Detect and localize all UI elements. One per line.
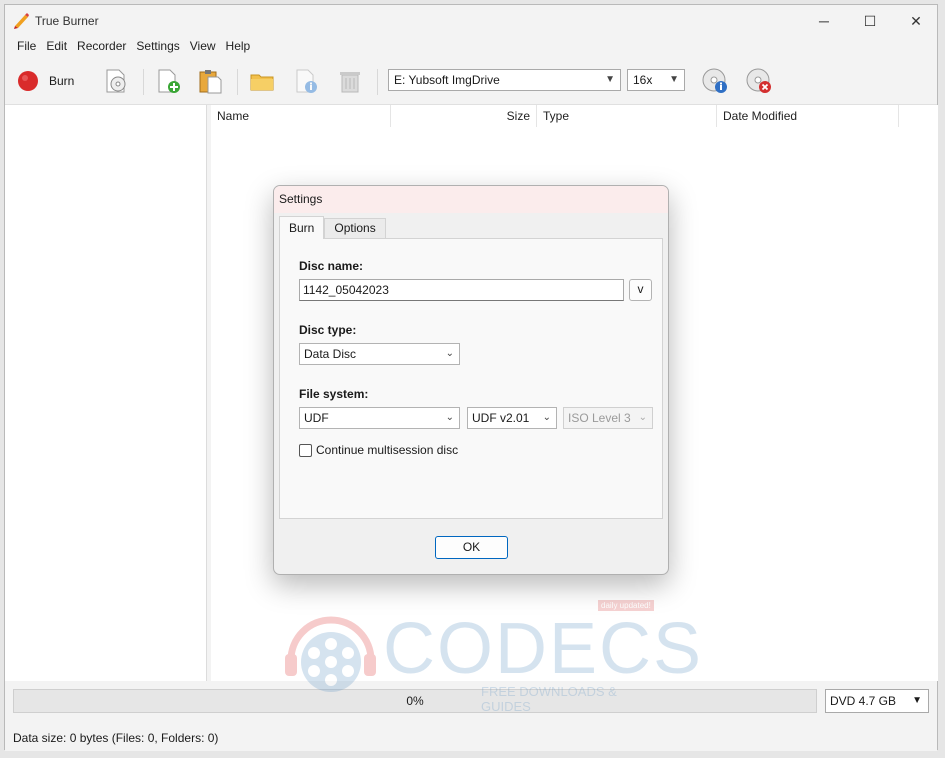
menu-file[interactable]: File — [12, 37, 41, 57]
column-header-name[interactable]: Name — [211, 105, 391, 127]
close-window-button[interactable]: ✕ — [893, 5, 939, 37]
column-header-size[interactable]: Size — [391, 105, 537, 127]
burn-icon — [18, 71, 38, 91]
disc-name-options-button[interactable]: v — [629, 279, 652, 301]
iso-level-value: ISO Level 3 — [568, 411, 631, 425]
tab-options[interactable]: Options — [324, 218, 386, 238]
disc-size-value: DVD 4.7 GB — [830, 694, 897, 708]
speed-value: 16x — [633, 73, 653, 87]
disc-name-label: Disc name: — [299, 259, 364, 273]
disc-info-icon — [702, 68, 727, 93]
file-info-button[interactable] — [293, 67, 319, 95]
title-bar: True Burner ─ ☐ ✕ — [5, 5, 937, 37]
file-info-icon — [296, 69, 317, 93]
progress-text: 0% — [406, 694, 424, 708]
disc-erase-icon — [746, 68, 771, 93]
udf-version-select[interactable]: UDF v2.01 ⌄ — [467, 407, 557, 429]
maximize-icon: ☐ — [863, 12, 877, 29]
disc-size-select[interactable]: DVD 4.7 GB ▼ — [825, 689, 929, 713]
dialog-tabs: Burn Options — [279, 216, 386, 239]
burn-progress-bar: 0% — [13, 689, 817, 713]
ok-button[interactable]: OK — [435, 536, 508, 559]
recorder-select[interactable]: E: Yubsoft ImgDrive ▼ — [388, 69, 621, 91]
window-title: True Burner — [35, 14, 99, 28]
paste-button[interactable] — [197, 67, 223, 95]
disc-type-select[interactable]: Data Disc ⌄ — [299, 343, 460, 365]
file-system-select[interactable]: UDF ⌄ — [299, 407, 460, 429]
folder-tree-pane[interactable] — [5, 105, 207, 681]
maximize-button[interactable]: ☐ — [847, 5, 893, 37]
file-system-value: UDF — [304, 411, 329, 425]
burn-label: Burn — [49, 74, 75, 88]
data-size-status: Data size: 0 bytes (Files: 0, Folders: 0… — [13, 731, 219, 745]
chevron-down-icon: ⌄ — [445, 412, 454, 423]
folder-icon — [250, 74, 274, 91]
iso-level-select: ISO Level 3 ⌄ — [563, 407, 653, 429]
add-file-icon — [158, 69, 180, 93]
disc-document-icon — [106, 69, 126, 93]
toolbar-separator — [237, 69, 238, 95]
udf-version-value: UDF v2.01 — [472, 411, 530, 425]
chevron-down-icon: ⌄ — [542, 412, 551, 423]
disc-info-button[interactable] — [701, 67, 729, 95]
disc-properties-button[interactable] — [103, 67, 129, 95]
column-header-type[interactable]: Type — [537, 105, 717, 127]
chevron-down-icon: ⌄ — [638, 412, 647, 423]
menu-recorder[interactable]: Recorder — [72, 37, 131, 57]
minimize-icon: ─ — [819, 13, 829, 29]
burn-button[interactable]: Burn — [17, 67, 74, 95]
disc-type-label: Disc type: — [299, 323, 357, 337]
menu-settings[interactable]: Settings — [131, 37, 184, 57]
chevron-down-icon: ▼ — [912, 695, 922, 706]
chevron-down-icon: ⌄ — [445, 348, 454, 359]
erase-disc-button[interactable] — [745, 67, 773, 95]
column-header-date-modified[interactable]: Date Modified — [717, 105, 899, 127]
status-bar: 0% DVD 4.7 GB ▼ Data size: 0 bytes (File… — [5, 681, 937, 751]
app-icon — [14, 13, 29, 29]
menu-edit[interactable]: Edit — [41, 37, 72, 57]
toolbar-separator — [377, 69, 378, 95]
file-system-label: File system: — [299, 387, 369, 401]
ok-label: OK — [462, 540, 481, 554]
menu-bar: File Edit Recorder Settings View Help — [5, 37, 937, 57]
menu-view[interactable]: View — [185, 37, 221, 57]
delete-button[interactable] — [337, 67, 363, 95]
chevron-down-icon: ▼ — [605, 74, 615, 85]
speed-select[interactable]: 16x ▼ — [627, 69, 685, 91]
multisession-checkbox[interactable] — [299, 444, 312, 457]
menu-help[interactable]: Help — [221, 37, 256, 57]
recorder-value: E: Yubsoft ImgDrive — [394, 73, 500, 87]
disc-name-value: 1142_05042023 — [303, 283, 389, 297]
clipboard-icon — [199, 70, 222, 94]
chevron-down-icon: ▼ — [669, 74, 679, 85]
tab-burn[interactable]: Burn — [279, 216, 325, 239]
minimize-button[interactable]: ─ — [801, 5, 847, 37]
disc-type-value: Data Disc — [304, 347, 357, 361]
toolbar-separator — [143, 69, 144, 95]
dialog-title: Settings — [274, 186, 668, 213]
disc-name-input[interactable]: 1142_05042023 — [299, 279, 624, 301]
multisession-label[interactable]: Continue multisession disc — [316, 443, 458, 457]
add-files-button[interactable] — [155, 67, 181, 95]
trash-icon — [340, 72, 360, 93]
burn-tab-page: Disc name: 1142_05042023 v Disc type: Da… — [279, 238, 663, 519]
disc-name-options-label: v — [637, 282, 644, 296]
close-icon: ✕ — [910, 12, 922, 29]
settings-dialog: Settings Burn Options Disc name: 1142_05… — [273, 185, 669, 575]
add-folder-button[interactable] — [249, 67, 275, 95]
